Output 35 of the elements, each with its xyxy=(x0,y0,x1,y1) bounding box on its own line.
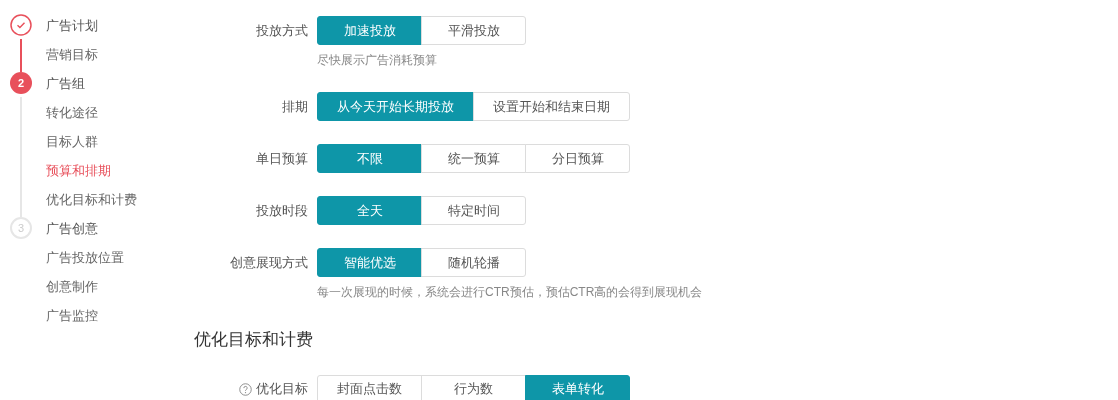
field-label: 投放方式 xyxy=(256,21,308,40)
step-item[interactable]: 营销目标 xyxy=(46,40,98,69)
step-item[interactable]: 广告投放位置 xyxy=(46,243,124,272)
help-icon[interactable] xyxy=(239,382,252,396)
option-button[interactable]: 智能优选 xyxy=(317,248,422,277)
option-button[interactable]: 从今天开始长期投放 xyxy=(317,92,474,121)
step-item[interactable]: 优化目标和计费 xyxy=(46,185,137,214)
option-button[interactable]: 全天 xyxy=(317,196,422,225)
field-label: 投放时段 xyxy=(256,201,308,220)
option-button[interactable]: 随机轮播 xyxy=(421,248,526,277)
step-item[interactable]: 广告监控 xyxy=(46,301,124,330)
option-button[interactable]: 设置开始和结束日期 xyxy=(473,92,630,121)
field-label: 创意展现方式 xyxy=(230,253,308,272)
step-item[interactable]: 预算和排期 xyxy=(46,156,137,185)
step-title[interactable]: 广告创意 xyxy=(46,214,124,243)
option-button[interactable]: 加速投放 xyxy=(317,16,422,45)
hint-text: 尽快展示广告消耗预算 xyxy=(317,52,438,69)
option-button[interactable]: 不限 xyxy=(317,144,422,173)
option-button[interactable]: 封面点击数 xyxy=(317,374,422,400)
option-button[interactable]: 表单转化 xyxy=(525,374,630,400)
option-button[interactable]: 平滑投放 xyxy=(421,16,526,45)
step-number: 2 xyxy=(10,72,32,94)
option-button[interactable]: 统一预算 xyxy=(421,144,526,173)
option-button[interactable]: 分日预算 xyxy=(525,144,630,173)
step-item[interactable]: 创意制作 xyxy=(46,272,124,301)
step-item[interactable]: 目标人群 xyxy=(46,127,137,156)
field-label: 单日预算 xyxy=(256,149,308,168)
field-label: 排期 xyxy=(282,97,308,116)
field-label: 优化目标 xyxy=(256,380,308,399)
step-title[interactable]: 广告计划 xyxy=(46,11,98,40)
option-button[interactable]: 特定时间 xyxy=(421,196,526,225)
section-title: 优化目标和计费 xyxy=(194,329,314,351)
hint-text: 每一次展现的时候，系统会进行CTR预估，预估CTR高的会得到展现机会 xyxy=(317,284,703,301)
step-title[interactable]: 广告组 xyxy=(46,69,137,98)
step-item[interactable]: 转化途径 xyxy=(46,98,137,127)
